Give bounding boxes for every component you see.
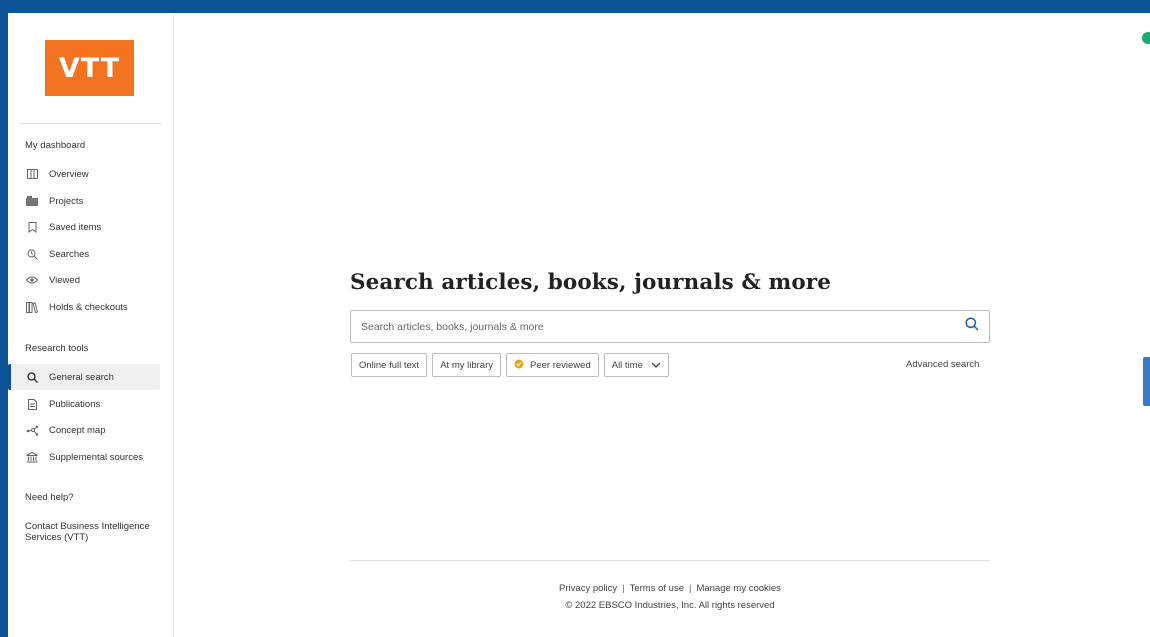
chevron-down-icon xyxy=(651,360,661,371)
copyright-text: © 2022 EBSCO Industries, Inc. All rights… xyxy=(565,600,775,611)
search-history-icon xyxy=(25,247,39,261)
sidebar-item-label: General search xyxy=(49,371,114,383)
eye-icon xyxy=(25,273,39,287)
terms-of-use-link[interactable]: Terms of use xyxy=(630,583,684,594)
page-title: Search articles, books, journals & more xyxy=(350,270,832,295)
sidebar-item-label: Holds & checkouts xyxy=(49,301,128,313)
app-window: VTT My dashboard Overview Projects Saved… xyxy=(8,13,1150,637)
research-section-title: Research tools xyxy=(25,343,89,354)
sidebar-item-label: Overview xyxy=(49,168,89,180)
online-full-text-filter[interactable]: Online full text xyxy=(351,353,428,377)
vtt-logo[interactable]: VTT xyxy=(45,40,134,96)
separator: | xyxy=(622,583,625,594)
sidebar-item-saved-items[interactable]: Saved items xyxy=(9,214,161,240)
logo-area: VTT xyxy=(18,13,161,124)
document-icon xyxy=(25,397,39,411)
sidebar: VTT My dashboard Overview Projects Saved… xyxy=(8,13,174,637)
overview-icon xyxy=(25,167,39,181)
help-section-title: Need help? xyxy=(25,492,74,503)
search-icon xyxy=(965,317,979,336)
sidebar-item-projects[interactable]: Projects xyxy=(9,188,161,214)
sidebar-item-viewed[interactable]: Viewed xyxy=(9,267,161,293)
sidebar-item-label: Publications xyxy=(49,398,101,410)
sidebar-item-label: Viewed xyxy=(49,274,80,286)
sidebar-item-label: Concept map xyxy=(49,424,106,436)
date-range-dropdown[interactable]: All time xyxy=(603,353,669,377)
manage-cookies-link[interactable]: Manage my cookies xyxy=(696,583,780,594)
books-icon xyxy=(25,300,39,314)
filter-label: All time xyxy=(611,359,643,371)
filter-label: Online full text xyxy=(359,359,420,371)
side-feedback-tab[interactable] xyxy=(1143,357,1150,406)
sidebar-item-label: Saved items xyxy=(49,221,102,233)
contact-support-link[interactable]: Contact Business Intelligence Services (… xyxy=(25,521,165,543)
footer-links: Privacy policy | Terms of use | Manage m… xyxy=(350,583,990,594)
footer-divider xyxy=(350,560,990,561)
sidebar-item-searches[interactable]: Searches xyxy=(9,241,161,267)
peer-reviewed-filter[interactable]: Peer reviewed xyxy=(506,353,599,377)
institution-icon xyxy=(25,450,39,464)
filter-label: Peer reviewed xyxy=(530,359,591,371)
status-indicator-icon[interactable] xyxy=(1142,32,1150,44)
peer-reviewed-badge-icon xyxy=(514,359,524,372)
search-button[interactable] xyxy=(955,311,989,342)
sidebar-item-label: Searches xyxy=(49,248,90,260)
sidebar-item-holds-checkouts[interactable]: Holds & checkouts xyxy=(9,294,161,320)
sidebar-item-publications[interactable]: Publications xyxy=(9,391,161,417)
projects-icon xyxy=(25,194,39,208)
privacy-policy-link[interactable]: Privacy policy xyxy=(559,583,617,594)
sidebar-item-concept-map[interactable]: Concept map xyxy=(9,417,161,443)
search-icon xyxy=(25,370,39,384)
search-filters: Online full text At my library Peer revi… xyxy=(351,353,669,377)
at-my-library-filter[interactable]: At my library xyxy=(432,353,501,377)
advanced-search-link[interactable]: Advanced search xyxy=(906,359,979,370)
sidebar-item-label: Supplemental sources xyxy=(49,451,143,463)
bookmark-icon xyxy=(25,220,39,234)
sidebar-item-supplemental-sources[interactable]: Supplemental sources xyxy=(9,444,161,470)
separator: | xyxy=(688,583,692,594)
concept-map-icon xyxy=(25,423,39,437)
sidebar-item-label: Projects xyxy=(49,195,84,207)
search-box xyxy=(350,310,990,343)
sidebar-item-general-search[interactable]: General search xyxy=(8,364,160,390)
filter-label: At my library xyxy=(440,359,493,371)
sidebar-item-overview[interactable]: Overview xyxy=(9,161,161,187)
search-input[interactable] xyxy=(351,311,955,342)
dashboard-section-title: My dashboard xyxy=(25,140,86,151)
